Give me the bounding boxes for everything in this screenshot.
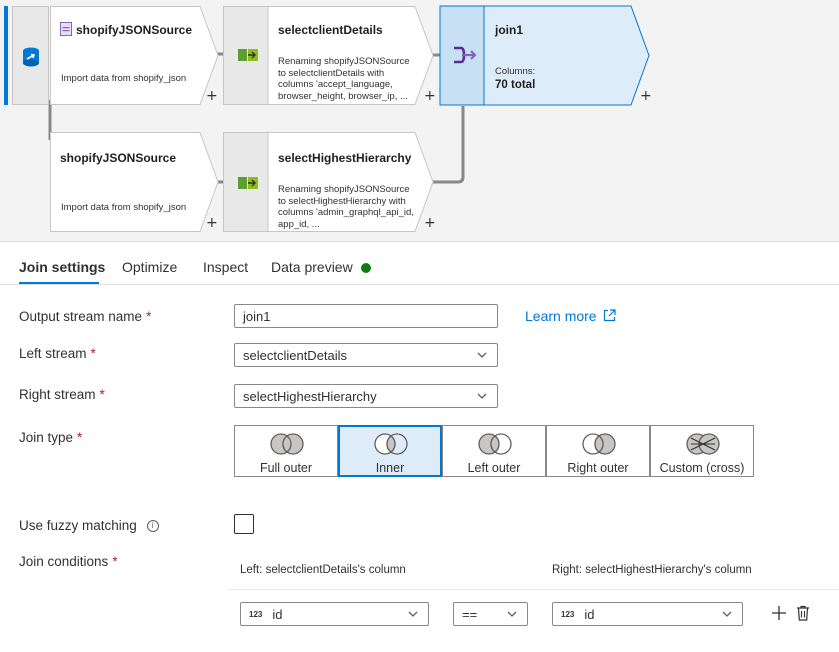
node-description: Import data from shopify_json [61, 73, 187, 84]
tab-data-preview[interactable]: Data preview [271, 259, 371, 275]
node-title: shopifyJSONSource [60, 151, 177, 165]
operator-select[interactable]: == [453, 602, 528, 626]
join-type-right-outer[interactable]: Right outer [546, 425, 650, 477]
add-transform-button[interactable]: + [424, 216, 436, 230]
select-node-1[interactable]: selectclientDetails Renaming shopifyJSON… [223, 6, 438, 105]
chevron-down-icon [477, 352, 487, 358]
left-column-select[interactable]: 123 id [240, 602, 429, 626]
source-node-1[interactable]: shopifyJSONSource Import data from shopi… [50, 6, 220, 105]
select-node-2[interactable]: selectHighestHierarchy Renaming shopifyJ… [223, 132, 438, 232]
full-outer-join-icon [270, 433, 304, 455]
add-transform-button[interactable]: + [424, 89, 436, 103]
select-transform-icon [238, 177, 258, 189]
tab-inspect[interactable]: Inspect [203, 259, 248, 275]
join-node[interactable]: join1 Columns: 70 total + [439, 5, 654, 106]
node-description: Import data from shopify_json [61, 202, 187, 213]
stream-start-handle[interactable] [4, 6, 49, 105]
delete-condition-icon[interactable] [796, 605, 810, 621]
left-outer-join-icon [478, 433, 512, 455]
node-title: selectclientDetails [278, 23, 383, 37]
chevron-down-icon [722, 611, 732, 617]
right-stream-select[interactable]: selectHighestHierarchy [234, 384, 498, 408]
chevron-down-icon [507, 611, 517, 617]
json-file-icon [60, 22, 72, 36]
custom-cross-join-icon [686, 433, 720, 455]
tab-optimize[interactable]: Optimize [122, 259, 177, 275]
add-transform-button[interactable]: + [206, 89, 218, 103]
learn-more-link[interactable]: Learn more [525, 308, 617, 324]
left-stream-label: Left stream * [19, 346, 96, 361]
divider [228, 589, 839, 590]
join-conditions-label: Join conditions * [19, 554, 118, 569]
right-outer-join-icon [582, 433, 616, 455]
join-type-custom-cross[interactable]: Custom (cross) [650, 425, 754, 477]
left-stream-select[interactable]: selectclientDetails [234, 343, 498, 367]
join-type-label: Join type * [19, 430, 83, 445]
source-node-2[interactable]: shopifyJSONSource Import data from shopi… [50, 132, 220, 232]
integer-type-icon: 123 [561, 610, 575, 619]
inner-join-icon [374, 433, 408, 455]
join-icon [454, 46, 477, 64]
node-description: Renaming shopifyJSONSource to selectclie… [278, 56, 410, 102]
output-stream-label: Output stream name * [19, 309, 152, 324]
dataflow-canvas[interactable]: shopifyJSONSource Import data from shopi… [0, 0, 839, 242]
status-dot [360, 263, 371, 273]
add-transform-button[interactable]: + [206, 216, 218, 230]
right-stream-label: Right stream * [19, 387, 105, 402]
info-icon[interactable]: i [146, 520, 159, 532]
tab-join-settings[interactable]: Join settings [19, 259, 105, 275]
output-stream-input[interactable]: join1 [234, 304, 498, 328]
add-transform-button[interactable]: + [640, 89, 652, 103]
add-condition-icon[interactable] [771, 605, 787, 621]
chevron-down-icon [477, 393, 487, 399]
fuzzy-matching-label: Use fuzzy matching i [19, 518, 159, 533]
join-type-left-outer[interactable]: Left outer [442, 425, 546, 477]
right-column-header: Right: selectHighestHierarchy's column [552, 564, 752, 576]
tab-label: Data preview [271, 259, 353, 275]
external-link-icon [604, 309, 617, 322]
chevron-down-icon [408, 611, 418, 617]
join-type-group: Full outer Inner Left outer Right outer [234, 425, 754, 477]
left-column-header: Left: selectclientDetails's column [240, 564, 406, 576]
node-title: join1 [495, 23, 524, 37]
fuzzy-matching-checkbox[interactable] [234, 514, 254, 534]
integer-type-icon: 123 [249, 610, 263, 619]
right-column-select[interactable]: 123 id [552, 602, 743, 626]
select-transform-icon [238, 49, 258, 61]
node-title: selectHighestHierarchy [278, 151, 412, 165]
node-title: shopifyJSONSource [76, 23, 193, 37]
join-type-inner[interactable]: Inner [338, 425, 442, 477]
columns-count: 70 total [495, 79, 536, 91]
node-description: Renaming shopifyJSONSource to selectHigh… [278, 184, 414, 230]
columns-label: Columns: [495, 66, 536, 77]
settings-tabs: Join settings Optimize Inspect Data prev… [0, 252, 839, 285]
active-tab-indicator [19, 282, 99, 284]
join-type-full-outer[interactable]: Full outer [234, 425, 338, 477]
data-source-icon [23, 47, 39, 67]
